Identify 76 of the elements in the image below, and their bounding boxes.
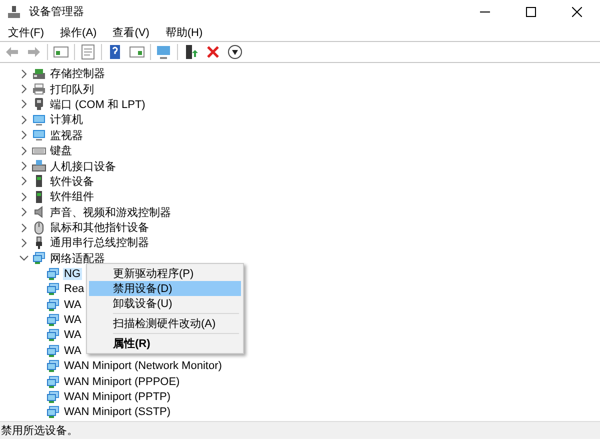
menu-item[interactable]: 扫描检测硬件改动(A) bbox=[89, 316, 241, 331]
menu-item[interactable]: 属性(R) bbox=[89, 336, 241, 351]
port-icon bbox=[32, 97, 46, 112]
menu-item[interactable]: 帮助(H) bbox=[159, 24, 209, 40]
network-adapter-icon bbox=[46, 282, 60, 296]
tree-item[interactable]: WAN Miniport (SSTP) bbox=[63, 406, 172, 418]
properties-icon[interactable] bbox=[82, 44, 94, 60]
tree-item[interactable]: 软件设备 bbox=[49, 174, 95, 189]
device-manager-icon bbox=[7, 4, 21, 18]
collapse-chevron-icon[interactable] bbox=[19, 253, 29, 264]
network-adapter-icon bbox=[46, 298, 60, 312]
tree-item[interactable]: 键盘 bbox=[49, 143, 73, 158]
tree-item[interactable]: WAN Miniport (Network Monitor) bbox=[63, 360, 223, 372]
network-adapter-icon bbox=[46, 405, 60, 420]
tree-item[interactable]: 存储控制器 bbox=[49, 66, 106, 82]
tree-item[interactable]: 人机接口设备 bbox=[49, 158, 117, 174]
console-tree-icon[interactable] bbox=[54, 46, 68, 58]
menu-item[interactable]: 操作(A) bbox=[54, 24, 103, 40]
network-adapter-icon bbox=[46, 344, 60, 358]
action-pane-icon[interactable] bbox=[130, 46, 144, 58]
tree-item[interactable]: 打印队列 bbox=[49, 82, 95, 97]
mouse-icon bbox=[32, 220, 46, 235]
menu-item[interactable]: 卸载设备(U) bbox=[89, 296, 241, 311]
menu-item[interactable]: 查看(V) bbox=[106, 24, 156, 40]
expand-chevron-icon[interactable] bbox=[19, 130, 29, 140]
network-adapter-icon bbox=[46, 359, 60, 374]
menu-item[interactable]: 更新驱动程序(P) bbox=[89, 266, 241, 281]
menu-item[interactable]: 文件(F) bbox=[2, 24, 50, 40]
expand-chevron-icon[interactable] bbox=[19, 238, 29, 248]
tree-item[interactable]: 声音、视频和游戏控制器 bbox=[49, 204, 172, 220]
tree-item[interactable]: 监视器 bbox=[49, 128, 84, 143]
network-adapter-icon bbox=[46, 390, 60, 404]
tree-item[interactable]: NG bbox=[63, 268, 82, 280]
tree-item[interactable]: 网络适配器 bbox=[49, 250, 106, 266]
expand-chevron-icon[interactable] bbox=[19, 99, 29, 110]
storage-controller-icon bbox=[32, 66, 46, 81]
help-icon[interactable] bbox=[110, 45, 120, 59]
network-adapter-icon bbox=[46, 328, 60, 342]
hid-device-icon bbox=[32, 159, 46, 174]
close-icon[interactable] bbox=[206, 46, 220, 58]
tree-item[interactable]: Rea bbox=[63, 283, 86, 296]
tree-item[interactable]: 端口 (COM 和 LPT) bbox=[49, 96, 146, 112]
network-adapter-icon bbox=[46, 266, 60, 281]
tree-item[interactable]: 通用串行总线控制器 bbox=[49, 235, 150, 250]
menu-item[interactable]: 禁用设备(D) bbox=[89, 281, 241, 296]
update-driver-icon[interactable] bbox=[186, 45, 198, 59]
tree-item[interactable]: 鼠标和其他指针设备 bbox=[49, 220, 150, 236]
tree-item[interactable]: 软件组件 bbox=[49, 189, 95, 204]
expand-chevron-icon[interactable] bbox=[19, 192, 29, 202]
expand-chevron-icon[interactable] bbox=[19, 207, 29, 218]
download-circle-icon[interactable] bbox=[228, 45, 242, 59]
close-icon bbox=[572, 6, 582, 16]
expand-chevron-icon[interactable] bbox=[19, 176, 29, 186]
tree-item[interactable]: WA bbox=[63, 329, 82, 342]
expand-chevron-icon[interactable] bbox=[19, 146, 29, 156]
expand-chevron-icon[interactable] bbox=[19, 114, 29, 125]
tree-item[interactable]: 计算机 bbox=[49, 112, 84, 128]
expand-chevron-icon[interactable] bbox=[19, 222, 29, 233]
tree-item[interactable]: WA bbox=[63, 314, 82, 326]
maximize-icon bbox=[526, 6, 536, 16]
network-adapter-icon bbox=[32, 251, 46, 266]
status-text: 禁用所选设备。 bbox=[1, 424, 78, 438]
expand-chevron-icon[interactable] bbox=[19, 161, 29, 172]
monitor-icon bbox=[32, 128, 46, 142]
expand-chevron-icon[interactable] bbox=[19, 84, 29, 94]
window-title: 设备管理器 bbox=[29, 5, 85, 19]
scan-monitor-icon[interactable] bbox=[157, 46, 170, 59]
tree-item[interactable]: WAN Miniport (PPTP) bbox=[63, 390, 172, 403]
expand-chevron-icon[interactable] bbox=[19, 68, 29, 79]
network-adapter-icon bbox=[46, 374, 60, 388]
network-adapter-icon bbox=[46, 312, 60, 327]
tree-item[interactable]: WA bbox=[63, 298, 82, 311]
tree-item[interactable]: WA bbox=[63, 344, 82, 357]
printer-icon bbox=[32, 82, 46, 96]
monitor-icon bbox=[32, 112, 46, 127]
tree-item[interactable]: WAN Miniport (PPPOE) bbox=[63, 376, 181, 388]
